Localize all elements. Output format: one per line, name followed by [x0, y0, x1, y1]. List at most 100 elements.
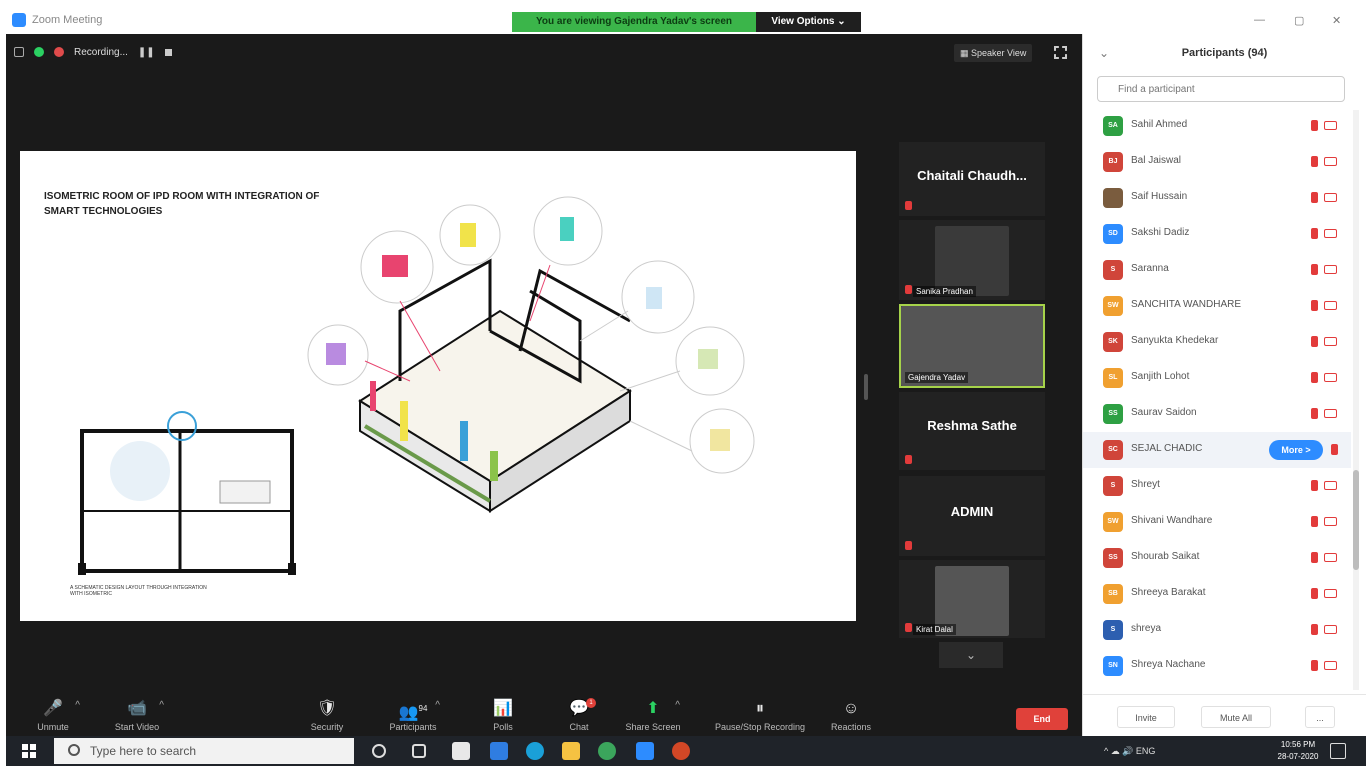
stop-recording-icon[interactable] [164, 48, 172, 56]
video-off-icon[interactable] [1324, 229, 1337, 238]
participant-row[interactable]: SL Sanjith Lohot [1083, 360, 1351, 396]
video-off-icon[interactable] [1324, 265, 1337, 274]
mic-off-icon[interactable] [1331, 444, 1338, 455]
mic-off-icon[interactable] [1311, 516, 1318, 527]
mic-off-icon[interactable] [1311, 408, 1318, 419]
task-view-icon[interactable] [412, 744, 426, 758]
video-tile[interactable]: Sanika Pradhan [899, 220, 1045, 300]
close-button[interactable]: ✕ [1332, 14, 1341, 27]
chevron-up-icon[interactable]: ^ [159, 700, 164, 711]
video-off-icon[interactable] [1324, 481, 1337, 490]
participant-row[interactable]: SK Sanyukta Khedekar [1083, 324, 1351, 360]
panel-splitter-handle[interactable] [864, 374, 868, 400]
video-tile[interactable]: Kirat Dalal [899, 560, 1045, 638]
video-tile[interactable]: Chaitali Chaudh... [899, 142, 1045, 216]
participant-row[interactable]: SW SANCHITA WANDHARE [1083, 288, 1351, 324]
video-off-icon[interactable] [1324, 157, 1337, 166]
mic-off-icon[interactable] [1311, 624, 1318, 635]
participant-row[interactable]: SC SEJAL CHADIC More > [1083, 432, 1351, 468]
share-screen-button[interactable]: ⬆ ^ Share Screen [608, 696, 698, 732]
title-bar: Zoom Meeting You are viewing Gajendra Ya… [6, 6, 1366, 34]
video-off-icon[interactable] [1324, 589, 1337, 598]
windows-start-icon[interactable] [22, 744, 36, 758]
mic-off-icon[interactable] [1311, 552, 1318, 563]
mic-off-icon[interactable] [1311, 120, 1318, 131]
video-off-icon[interactable] [1324, 373, 1337, 382]
find-participant-input[interactable] [1097, 76, 1345, 102]
participant-row[interactable]: SS Shourab Saikat [1083, 540, 1351, 576]
mic-off-icon[interactable] [1311, 192, 1318, 203]
chrome-icon[interactable] [598, 742, 616, 760]
edge-icon[interactable] [526, 742, 544, 760]
scrollbar-thumb[interactable] [1353, 470, 1359, 570]
start-video-button[interactable]: 📹 ^ Start Video [92, 696, 182, 732]
video-off-icon[interactable] [1324, 517, 1337, 526]
more-button[interactable]: More > [1269, 440, 1323, 460]
unmute-button[interactable]: 🎤 ^ Unmute [8, 696, 98, 732]
mic-off-icon[interactable] [1311, 300, 1318, 311]
mic-off-icon[interactable] [1311, 228, 1318, 239]
participant-row[interactable]: Saif Hussain [1083, 180, 1351, 216]
view-options-button[interactable]: View Options ⌄ [756, 12, 861, 32]
system-tray[interactable]: ^ ☁ 🔊 ENG [1104, 736, 1155, 766]
reactions-button[interactable]: ☺ Reactions [806, 696, 896, 732]
encryption-shield-icon[interactable] [34, 47, 44, 57]
end-meeting-button[interactable]: End [1016, 708, 1068, 730]
chevron-up-icon[interactable]: ^ [675, 700, 680, 711]
mic-off-icon[interactable] [1311, 156, 1318, 167]
active-speaker-tile[interactable]: Gajendra Yadav [899, 304, 1045, 388]
video-off-icon[interactable] [1324, 301, 1337, 310]
pause-stop-recording-button[interactable]: ⏸ Pause/Stop Recording [702, 696, 818, 732]
video-off-icon[interactable] [1324, 661, 1337, 670]
chevron-up-icon[interactable]: ^ [75, 700, 80, 711]
powerpoint-icon[interactable] [672, 742, 690, 760]
participant-row[interactable]: SS Saurav Saidon [1083, 396, 1351, 432]
participant-row[interactable]: Sshreya [1083, 612, 1351, 648]
participant-row[interactable]: SW Shivani Wandhare [1083, 504, 1351, 540]
pause-recording-icon[interactable]: ❚❚ [138, 47, 155, 58]
chevron-down-icon[interactable]: ⌄ [939, 642, 1003, 668]
participant-row[interactable]: SD Sakshi Dadiz [1083, 216, 1351, 252]
participant-row[interactable]: SB Shreeya Barakat [1083, 576, 1351, 612]
participant-row[interactable] [1083, 684, 1351, 690]
video-off-icon[interactable] [1324, 409, 1337, 418]
fullscreen-icon[interactable] [1054, 46, 1067, 59]
mic-off-icon[interactable] [1311, 480, 1318, 491]
invite-button[interactable]: Invite [1117, 706, 1175, 728]
participant-row[interactable]: S Shreyt [1083, 468, 1351, 504]
more-options-button[interactable]: ... [1305, 706, 1335, 728]
meeting-info-icon[interactable] [14, 47, 24, 57]
participants-button[interactable]: 👥94 ^ Participants [368, 696, 458, 732]
cortana-icon[interactable] [372, 744, 386, 758]
taskbar-clock[interactable]: 10:56 PM 28-07-2020 [1268, 739, 1328, 763]
video-tile[interactable]: Reshma Sathe [899, 392, 1045, 470]
participant-row[interactable]: SN Shreya Nachane [1083, 648, 1351, 684]
participant-row[interactable]: BJ Bal Jaiswal [1083, 144, 1351, 180]
video-off-icon[interactable] [1324, 337, 1337, 346]
mic-off-icon[interactable] [1311, 588, 1318, 599]
mic-off-icon[interactable] [1311, 264, 1318, 275]
mute-all-button[interactable]: Mute All [1201, 706, 1271, 728]
mic-off-icon[interactable] [1311, 336, 1318, 347]
chevron-up-icon[interactable]: ^ [435, 700, 440, 711]
notification-icon[interactable] [1330, 743, 1346, 759]
video-off-icon[interactable] [1324, 121, 1337, 130]
maximize-button[interactable]: ▢ [1294, 14, 1304, 27]
mic-off-icon[interactable] [1311, 660, 1318, 671]
video-off-icon[interactable] [1324, 193, 1337, 202]
video-off-icon[interactable] [1324, 553, 1337, 562]
taskbar-search-box[interactable]: Type here to search [54, 738, 354, 764]
file-explorer-icon[interactable] [562, 742, 580, 760]
panel-scrollbar[interactable] [1353, 110, 1359, 690]
store-icon[interactable] [452, 742, 470, 760]
participant-row[interactable]: S Saranna [1083, 252, 1351, 288]
mic-off-icon[interactable] [1311, 372, 1318, 383]
mail-icon[interactable] [490, 742, 508, 760]
participant-row[interactable]: SA Sahil Ahmed [1083, 108, 1351, 144]
minimize-button[interactable]: — [1254, 14, 1265, 26]
video-off-icon[interactable] [1324, 625, 1337, 634]
security-button[interactable]: 🛡 Security [282, 696, 372, 732]
video-tile[interactable]: ADMIN [899, 476, 1045, 556]
speaker-view-button[interactable]: ▦ Speaker View [954, 44, 1033, 62]
zoom-taskbar-icon[interactable] [636, 742, 654, 760]
